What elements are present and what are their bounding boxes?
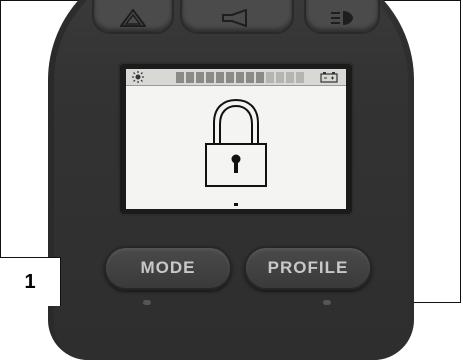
hazard-button[interactable]: [92, 0, 174, 34]
charge-segment: [176, 72, 184, 83]
profile-button[interactable]: PROFILE: [244, 246, 372, 290]
light-icon: [132, 71, 144, 83]
lcd-display: [126, 69, 346, 209]
mode-button[interactable]: MODE: [104, 246, 232, 290]
charge-segment: [296, 72, 304, 83]
indicator-led-right: [323, 300, 331, 305]
padlock-icon: [205, 98, 267, 187]
display-bezel: [120, 64, 352, 214]
charge-segment: [256, 72, 264, 83]
horn-button[interactable]: [180, 0, 294, 34]
figure-number-label: 1: [0, 257, 61, 306]
status-bar: [126, 69, 346, 86]
charge-segment: [266, 72, 274, 83]
charge-segment: [236, 72, 244, 83]
hazard-triangle-icon: [120, 9, 146, 27]
charge-segment: [206, 72, 214, 83]
charge-segment: [216, 72, 224, 83]
headlight-button[interactable]: [304, 0, 380, 34]
charge-segment: [196, 72, 204, 83]
battery-icon: [320, 72, 338, 83]
charge-segment: [286, 72, 294, 83]
charge-segment: [246, 72, 254, 83]
charge-segment: [186, 72, 194, 83]
page-indicator-dot: [234, 203, 238, 206]
indicator-led-left: [143, 300, 151, 305]
charge-segment: [226, 72, 234, 83]
horn-icon: [222, 9, 247, 27]
headlight-icon: [331, 11, 353, 25]
charge-segment: [276, 72, 284, 83]
